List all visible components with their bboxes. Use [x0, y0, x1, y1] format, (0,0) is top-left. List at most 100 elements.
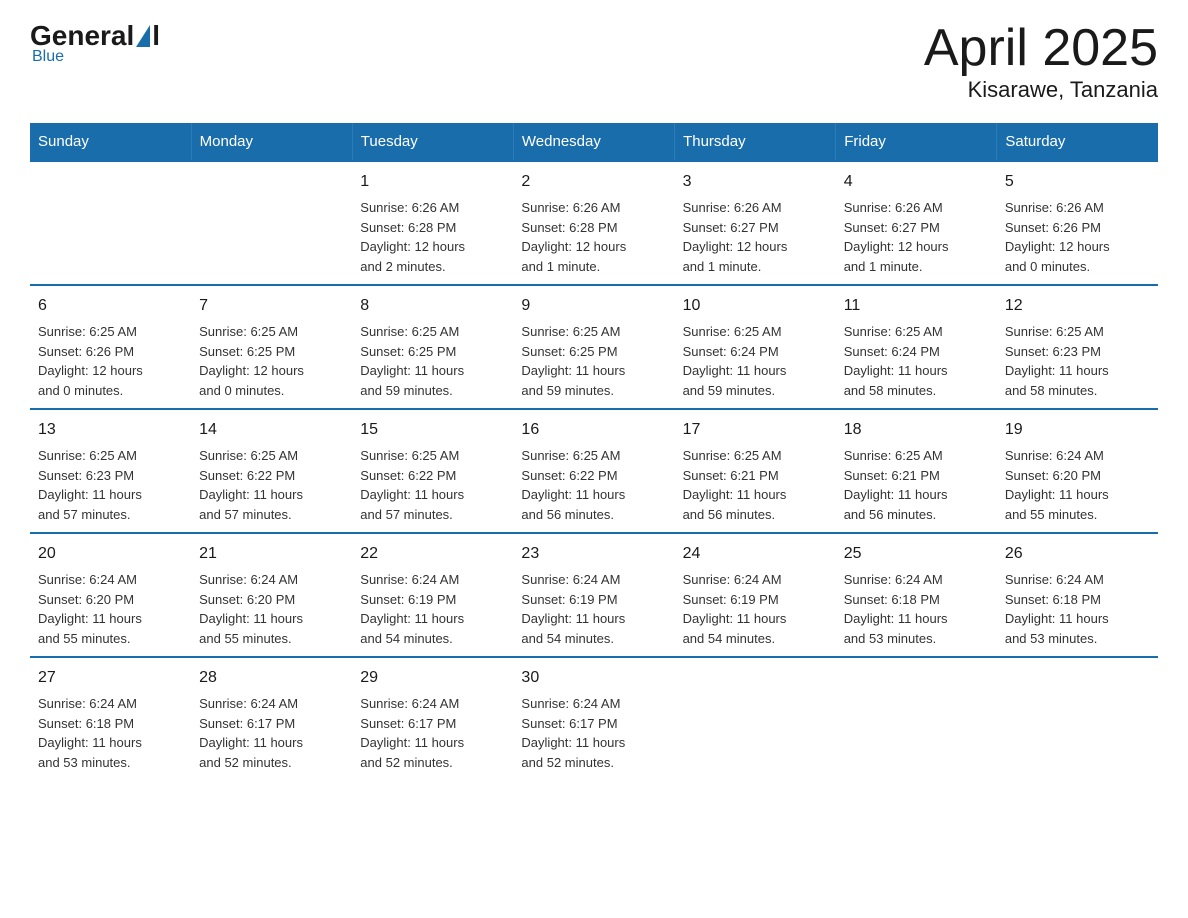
day-cell: 28 Sunrise: 6:24 AMSunset: 6:17 PMDayligh… [191, 657, 352, 780]
day-info: Sunrise: 6:24 AMSunset: 6:20 PMDaylight:… [1005, 446, 1150, 524]
day-cell: 5 Sunrise: 6:26 AMSunset: 6:26 PMDaylight… [997, 161, 1158, 285]
day-cell: 24 Sunrise: 6:24 AMSunset: 6:19 PMDayligh… [675, 533, 836, 657]
day-info: Sunrise: 6:24 AMSunset: 6:17 PMDaylight:… [199, 694, 344, 772]
day-info: Sunrise: 6:24 AMSunset: 6:18 PMDaylight:… [844, 570, 989, 648]
day-info: Sunrise: 6:25 AMSunset: 6:22 PMDaylight:… [521, 446, 666, 524]
day-number: 4 [844, 170, 989, 194]
day-cell: 20 Sunrise: 6:24 AMSunset: 6:20 PMDayligh… [30, 533, 191, 657]
day-cell: 9Sunrise: 6:25 AMSunset: 6:25 PMDaylight… [513, 285, 674, 409]
day-number: 17 [683, 418, 828, 442]
day-number: 2 [521, 170, 666, 194]
day-number: 22 [360, 542, 505, 566]
day-number: 6 [38, 294, 183, 318]
day-info: Sunrise: 6:25 AMSunset: 6:22 PMDaylight:… [360, 446, 505, 524]
day-info: Sunrise: 6:24 AMSunset: 6:18 PMDaylight:… [38, 694, 183, 772]
calendar-table: SundayMondayTuesdayWednesdayThursdayFrid… [30, 123, 1158, 780]
logo-blue-text: Blue [32, 48, 64, 66]
day-info: Sunrise: 6:24 AMSunset: 6:20 PMDaylight:… [38, 570, 183, 648]
day-info: Sunrise: 6:24 AMSunset: 6:19 PMDaylight:… [683, 570, 828, 648]
day-number: 9 [521, 294, 666, 318]
header-thursday: Thursday [675, 123, 836, 161]
day-info: Sunrise: 6:25 AMSunset: 6:21 PMDaylight:… [844, 446, 989, 524]
day-cell [675, 657, 836, 780]
day-number: 24 [683, 542, 828, 566]
day-number: 12 [1005, 294, 1150, 318]
day-number: 8 [360, 294, 505, 318]
week-row-3: 13Sunrise: 6:25 AMSunset: 6:23 PMDayligh… [30, 409, 1158, 533]
week-row-4: 20 Sunrise: 6:24 AMSunset: 6:20 PMDayligh… [30, 533, 1158, 657]
day-number: 21 [199, 542, 344, 566]
day-number: 16 [521, 418, 666, 442]
day-number: 11 [844, 294, 989, 318]
day-cell: 6 Sunrise: 6:25 AMSunset: 6:26 PMDaylight… [30, 285, 191, 409]
day-info: Sunrise: 6:26 AMSunset: 6:28 PMDaylight:… [521, 198, 666, 276]
day-info: Sunrise: 6:25 AMSunset: 6:24 PMDaylight:… [844, 322, 989, 400]
title-block: April 2025 Kisarawe, Tanzania [924, 20, 1158, 103]
day-cell: 30Sunrise: 6:24 AMSunset: 6:17 PMDayligh… [513, 657, 674, 780]
day-number: 25 [844, 542, 989, 566]
day-cell: 14 Sunrise: 6:25 AMSunset: 6:22 PMDayligh… [191, 409, 352, 533]
day-number: 10 [683, 294, 828, 318]
day-info: Sunrise: 6:26 AMSunset: 6:26 PMDaylight:… [1005, 198, 1150, 276]
logo-l-text: l [152, 20, 160, 52]
day-number: 20 [38, 542, 183, 566]
day-cell: 25 Sunrise: 6:24 AMSunset: 6:18 PMDayligh… [836, 533, 997, 657]
day-number: 7 [199, 294, 344, 318]
day-info: Sunrise: 6:24 AMSunset: 6:19 PMDaylight:… [521, 570, 666, 648]
day-number: 5 [1005, 170, 1150, 194]
day-number: 14 [199, 418, 344, 442]
day-cell [997, 657, 1158, 780]
page-title: April 2025 [924, 20, 1158, 77]
day-cell: 19 Sunrise: 6:24 AMSunset: 6:20 PMDayligh… [997, 409, 1158, 533]
day-info: Sunrise: 6:24 AMSunset: 6:17 PMDaylight:… [360, 694, 505, 772]
page-header: General l Blue April 2025 Kisarawe, Tanz… [30, 20, 1158, 103]
day-number: 29 [360, 666, 505, 690]
day-cell: 16 Sunrise: 6:25 AMSunset: 6:22 PMDayligh… [513, 409, 674, 533]
header-monday: Monday [191, 123, 352, 161]
day-number: 28 [199, 666, 344, 690]
location-title: Kisarawe, Tanzania [924, 77, 1158, 103]
day-number: 30 [521, 666, 666, 690]
day-info: Sunrise: 6:24 AMSunset: 6:18 PMDaylight:… [1005, 570, 1150, 648]
day-cell [191, 161, 352, 285]
day-cell: 10 Sunrise: 6:25 AMSunset: 6:24 PMDayligh… [675, 285, 836, 409]
day-cell: 29 Sunrise: 6:24 AMSunset: 6:17 PMDayligh… [352, 657, 513, 780]
day-number: 3 [683, 170, 828, 194]
logo: General l Blue [30, 20, 160, 66]
day-number: 15 [360, 418, 505, 442]
day-info: Sunrise: 6:24 AMSunset: 6:19 PMDaylight:… [360, 570, 505, 648]
day-cell: 27Sunrise: 6:24 AMSunset: 6:18 PMDayligh… [30, 657, 191, 780]
day-number: 23 [521, 542, 666, 566]
header-sunday: Sunday [30, 123, 191, 161]
day-cell: 17 Sunrise: 6:25 AMSunset: 6:21 PMDayligh… [675, 409, 836, 533]
day-cell: 22 Sunrise: 6:24 AMSunset: 6:19 PMDayligh… [352, 533, 513, 657]
week-row-1: 1 Sunrise: 6:26 AMSunset: 6:28 PMDaylight… [30, 161, 1158, 285]
header-tuesday: Tuesday [352, 123, 513, 161]
day-cell: 7Sunrise: 6:25 AMSunset: 6:25 PMDaylight… [191, 285, 352, 409]
day-number: 26 [1005, 542, 1150, 566]
day-cell: 8 Sunrise: 6:25 AMSunset: 6:25 PMDaylight… [352, 285, 513, 409]
day-info: Sunrise: 6:25 AMSunset: 6:26 PMDaylight:… [38, 322, 183, 400]
day-number: 18 [844, 418, 989, 442]
day-cell: 11 Sunrise: 6:25 AMSunset: 6:24 PMDayligh… [836, 285, 997, 409]
day-cell: 3Sunrise: 6:26 AMSunset: 6:27 PMDaylight… [675, 161, 836, 285]
day-cell: 4 Sunrise: 6:26 AMSunset: 6:27 PMDaylight… [836, 161, 997, 285]
day-cell: 21 Sunrise: 6:24 AMSunset: 6:20 PMDayligh… [191, 533, 352, 657]
day-info: Sunrise: 6:26 AMSunset: 6:27 PMDaylight:… [844, 198, 989, 276]
day-cell [30, 161, 191, 285]
day-info: Sunrise: 6:24 AMSunset: 6:20 PMDaylight:… [199, 570, 344, 648]
calendar-header-row: SundayMondayTuesdayWednesdayThursdayFrid… [30, 123, 1158, 161]
day-info: Sunrise: 6:25 AMSunset: 6:21 PMDaylight:… [683, 446, 828, 524]
day-info: Sunrise: 6:25 AMSunset: 6:25 PMDaylight:… [360, 322, 505, 400]
day-info: Sunrise: 6:25 AMSunset: 6:22 PMDaylight:… [199, 446, 344, 524]
day-number: 13 [38, 418, 183, 442]
day-number: 19 [1005, 418, 1150, 442]
day-info: Sunrise: 6:25 AMSunset: 6:23 PMDaylight:… [1005, 322, 1150, 400]
day-cell: 2 Sunrise: 6:26 AMSunset: 6:28 PMDaylight… [513, 161, 674, 285]
week-row-5: 27Sunrise: 6:24 AMSunset: 6:18 PMDayligh… [30, 657, 1158, 780]
day-cell: 23 Sunrise: 6:24 AMSunset: 6:19 PMDayligh… [513, 533, 674, 657]
day-cell: 12 Sunrise: 6:25 AMSunset: 6:23 PMDayligh… [997, 285, 1158, 409]
day-number: 1 [360, 170, 505, 194]
day-info: Sunrise: 6:25 AMSunset: 6:24 PMDaylight:… [683, 322, 828, 400]
day-cell: 18 Sunrise: 6:25 AMSunset: 6:21 PMDayligh… [836, 409, 997, 533]
